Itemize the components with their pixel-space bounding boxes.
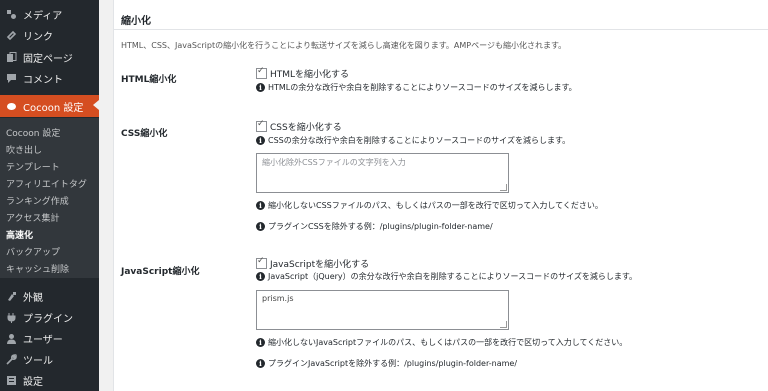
settings-icon (5, 375, 17, 387)
resize-grip[interactable] (500, 184, 507, 191)
css-checkbox-label: CSSを縮小化する (270, 123, 342, 133)
menu-appearance-label: 外観 (23, 293, 43, 304)
html-minify-checkbox[interactable]: HTMLを縮小化する (256, 66, 350, 80)
js-exclude-note: i 縮小化しないJavaScriptファイルのパス、もしくはパスの一部を改行で区… (256, 337, 627, 348)
css-exclude-note: i 縮小化しないCSSファイルのパス、もしくはパスの一部を改行で区切って入力して… (256, 200, 603, 211)
panel-header: 縮小化 (114, 0, 768, 30)
html-checkbox-label: HTMLを縮小化する (270, 70, 350, 80)
appearance-icon (5, 291, 17, 303)
info-icon: i (256, 83, 265, 92)
menu-users[interactable]: ユーザー (0, 328, 99, 349)
html-minify-label: HTML縮小化 (121, 75, 177, 85)
media-icon (5, 9, 17, 21)
menu-media-label: メディア (23, 11, 63, 22)
html-note-text: HTMLの余分な改行や余白を削除することによりソースコードのサイズを減らします。 (268, 83, 577, 92)
js-minify-checkbox[interactable]: JavaScriptを縮小化する (256, 256, 370, 270)
submenu-backup[interactable]: バックアップ (6, 245, 60, 258)
settings-panel: 縮小化 HTML、CSS、JavaScriptの縮小化を行うことにより転送サイズ… (113, 0, 768, 391)
info-icon: i (256, 222, 265, 231)
css-note-text: CSSの余分な改行や余白を削除することによりソースコードのサイズを減らします。 (268, 136, 571, 145)
css-example-note: i プラグインCSSを除外する例：/plugins/plugin-folder-… (256, 221, 493, 232)
submenu-cache-delete[interactable]: キャッシュ削除 (6, 262, 69, 275)
menu-cocoon-label: Cocoon 設定 (23, 102, 84, 114)
css-example-note-text: プラグインCSSを除外する例：/plugins/plugin-folder-na… (268, 222, 493, 231)
info-icon: i (256, 359, 265, 368)
html-minify-note: i HTMLの余分な改行や余白を削除することによりソースコードのサイズを減らしま… (256, 82, 577, 93)
pages-icon (5, 52, 17, 64)
js-minify-label: JavaScript縮小化 (121, 267, 200, 277)
js-textarea-value: prism.js (262, 294, 294, 303)
js-checkbox-box[interactable] (256, 256, 267, 269)
css-exclude-note-text: 縮小化しないCSSファイルのパス、もしくはパスの一部を改行で区切って入力してくだ… (268, 201, 603, 210)
link-icon (5, 30, 17, 42)
menu-links-label: リンク (23, 32, 53, 43)
css-minify-label: CSS縮小化 (121, 129, 168, 139)
info-icon: i (256, 272, 265, 281)
submenu-access-stats[interactable]: アクセス集計 (6, 211, 60, 224)
js-note-text: JavaScript（jQuery）の余分な改行や余白を削除することによりソース… (268, 272, 638, 281)
panel-description: HTML、CSS、JavaScriptの縮小化を行うことにより転送サイズを減らし… (121, 41, 567, 50)
menu-tools-label: ツール (23, 356, 53, 367)
submenu-ranking[interactable]: ランキング作成 (6, 194, 69, 207)
css-minify-checkbox[interactable]: CSSを縮小化する (256, 119, 342, 133)
submenu-speech-balloon[interactable]: 吹き出し (6, 143, 42, 156)
tools-icon (5, 354, 17, 366)
html-checkbox-box[interactable] (256, 66, 267, 79)
menu-media[interactable]: メディア (0, 4, 99, 25)
js-exclude-note-text: 縮小化しないJavaScriptファイルのパス、もしくはパスの一部を改行で区切っ… (268, 338, 628, 347)
users-icon (5, 333, 17, 345)
submenu-affiliate-tag[interactable]: アフィリエイトタグ (6, 177, 87, 190)
js-checkbox-label: JavaScriptを縮小化する (270, 260, 370, 270)
css-textarea-placeholder: 縮小化除外CSSファイルの文字列を入力 (262, 158, 406, 167)
info-icon: i (256, 201, 265, 210)
submenu-template[interactable]: テンプレート (6, 160, 60, 173)
info-icon: i (256, 136, 265, 145)
js-example-note: i プラグインJavaScriptを除外する例：/plugins/plugin-… (256, 358, 517, 369)
cocoon-submenu: Cocoon 設定 吹き出し テンプレート アフィリエイトタグ ランキング作成 … (0, 118, 99, 278)
menu-plugins-label: プラグイン (23, 314, 73, 325)
menu-plugins[interactable]: プラグイン (0, 307, 99, 328)
info-icon: i (256, 338, 265, 347)
menu-comments[interactable]: コメント (0, 68, 99, 89)
submenu-cocoon-settings[interactable]: Cocoon 設定 (6, 126, 60, 139)
menu-users-label: ユーザー (23, 335, 63, 346)
admin-sidebar: メディア リンク 固定ページ コメント Cocoon 設定 Cocoon 設定 … (0, 0, 99, 391)
js-minify-note: i JavaScript（jQuery）の余分な改行や余白を削除することによりソ… (256, 271, 637, 282)
menu-pages-label: 固定ページ (23, 54, 73, 65)
submenu-speedup[interactable]: 高速化 (6, 228, 33, 241)
comment-icon (5, 73, 17, 85)
menu-links[interactable]: リンク (0, 25, 99, 46)
resize-grip[interactable] (500, 321, 507, 328)
menu-cocoon-settings[interactable]: Cocoon 設定 (0, 95, 99, 117)
menu-tools[interactable]: ツール (0, 349, 99, 370)
css-minify-note: i CSSの余分な改行や余白を削除することによりソースコードのサイズを減らします… (256, 135, 570, 146)
js-exclude-textarea[interactable]: prism.js (256, 290, 509, 330)
current-menu-arrow (93, 100, 99, 110)
menu-settings-label: 設定 (23, 377, 43, 388)
menu-comments-label: コメント (23, 75, 63, 86)
css-exclude-textarea[interactable]: 縮小化除外CSSファイルの文字列を入力 (256, 153, 509, 193)
menu-appearance[interactable]: 外観 (0, 286, 99, 307)
cocoon-icon (5, 100, 17, 112)
plugins-icon (5, 312, 17, 324)
css-checkbox-box[interactable] (256, 119, 267, 132)
js-example-note-text: プラグインJavaScriptを除外する例：/plugins/plugin-fo… (268, 359, 518, 368)
menu-settings[interactable]: 設定 (0, 370, 99, 391)
panel-title: 縮小化 (121, 16, 151, 27)
menu-pages[interactable]: 固定ページ (0, 47, 99, 68)
